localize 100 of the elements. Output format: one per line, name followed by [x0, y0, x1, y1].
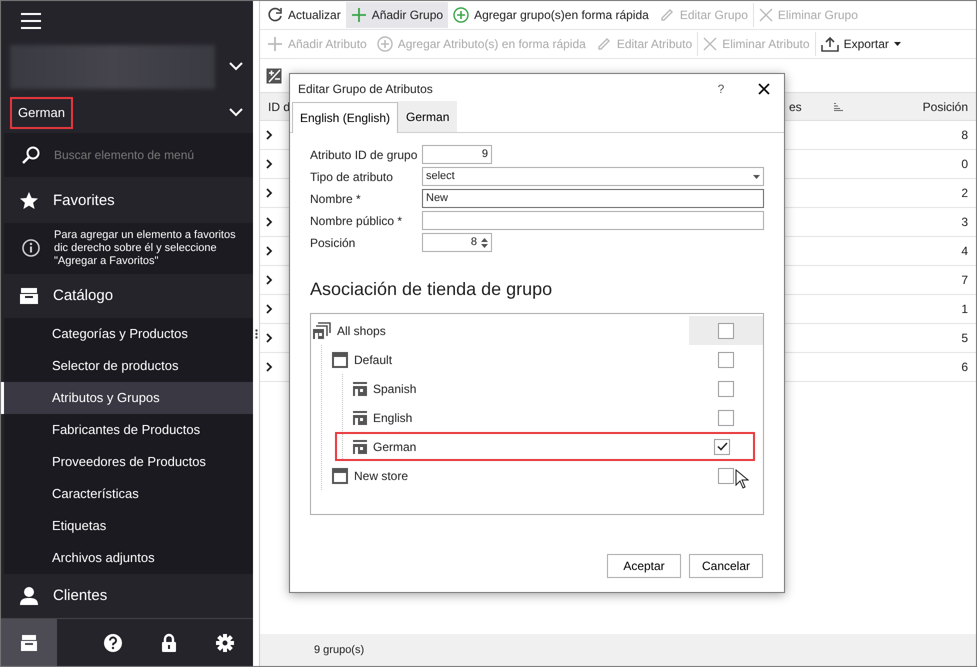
menu-item[interactable]: Selector de productos — [1, 350, 253, 382]
chevron-right-icon[interactable] — [266, 217, 273, 227]
plus-circle-icon — [453, 7, 470, 23]
chevron-down-icon[interactable] — [229, 62, 243, 72]
refresh-icon — [267, 7, 283, 23]
pencil-icon — [658, 7, 675, 23]
tree-item[interactable]: New store — [354, 466, 689, 484]
shop-icon — [353, 410, 367, 424]
toolbar-button[interactable]: Agregar grupo(s)en forma rápida — [448, 2, 654, 28]
select-field[interactable]: select — [422, 167, 764, 186]
spinner-field[interactable]: 8 — [422, 233, 492, 252]
plus-minus-icon[interactable] — [266, 68, 282, 84]
plus-icon — [350, 7, 367, 23]
text-field[interactable]: New — [422, 189, 764, 208]
window-icon — [332, 468, 348, 484]
help-icon — [103, 632, 123, 653]
chevron-right-icon[interactable] — [266, 304, 273, 314]
search-icon — [22, 146, 40, 164]
chevron-down-icon[interactable] — [229, 108, 243, 118]
chevron-right-icon[interactable] — [266, 362, 273, 372]
splitter-handle[interactable] — [254, 328, 258, 338]
dialog-button[interactable]: Cancelar — [689, 554, 763, 578]
toolbar-button[interactable]: Añadir Grupo — [346, 2, 448, 28]
table-cell-text: 3 — [961, 214, 968, 231]
dialog-button[interactable]: Aceptar — [607, 554, 681, 578]
tree-item[interactable]: English — [373, 408, 689, 426]
info-icon — [22, 239, 40, 258]
tab[interactable]: German — [398, 101, 458, 132]
field-label: Atributo ID de grupo — [310, 146, 418, 164]
checkbox[interactable] — [714, 438, 730, 454]
spin-arrows-icon — [481, 236, 488, 248]
shop-icon — [353, 440, 367, 454]
chevron-right-icon[interactable] — [266, 333, 273, 343]
pencil-icon — [596, 36, 612, 52]
language-dropdown[interactable]: German — [10, 97, 73, 129]
field-label: Nombre público * — [310, 212, 404, 230]
settings-icon — [215, 632, 235, 653]
search-field[interactable]: Buscar elemento de menú — [4, 132, 253, 177]
menu-icon[interactable] — [21, 12, 41, 29]
box-button[interactable] — [1, 619, 57, 666]
close-icon — [758, 8, 773, 22]
tree-item[interactable]: Spanish — [373, 380, 689, 398]
stores-icon — [313, 322, 331, 340]
chevron-right-icon[interactable] — [266, 188, 273, 198]
menu-item[interactable]: Archivos adjuntos — [1, 542, 253, 574]
table-cell-text: 4 — [961, 243, 968, 260]
box-icon — [19, 286, 39, 306]
table-cell-text: 2 — [961, 185, 968, 202]
menu-section[interactable]: Favorites — [53, 190, 115, 212]
menu-section[interactable]: Catálogo — [53, 284, 114, 308]
field-label: Nombre * — [310, 190, 362, 208]
checkmark-icon — [716, 442, 728, 451]
number-field[interactable]: 9 — [422, 145, 492, 164]
checkbox[interactable] — [718, 380, 734, 396]
field-label: Tipo de atributo — [310, 168, 394, 186]
table-cell-text: 7 — [961, 272, 968, 289]
close-icon — [758, 82, 770, 94]
menu-item[interactable]: Atributos y Grupos — [1, 382, 253, 414]
caret-icon — [894, 42, 901, 46]
checkbox[interactable] — [718, 322, 734, 338]
plus-icon — [267, 36, 283, 52]
toolbar-button[interactable]: Exportar — [816, 31, 906, 57]
tree-item[interactable]: All shops — [337, 322, 689, 340]
table-cell-text: 5 — [961, 330, 968, 347]
column-header[interactable]: es — [788, 98, 802, 116]
chevron-right-icon[interactable] — [266, 275, 273, 285]
checkbox[interactable] — [718, 410, 734, 426]
text-field[interactable] — [422, 211, 764, 230]
toolbar-button[interactable]: Actualizar — [262, 2, 346, 28]
checkbox[interactable] — [718, 352, 734, 368]
menu-item[interactable]: Etiquetas — [1, 510, 253, 542]
close-icon — [703, 37, 718, 51]
box-icon — [19, 632, 39, 653]
checkbox[interactable] — [718, 468, 734, 484]
upload-icon — [820, 36, 839, 52]
help-button[interactable]: ? — [706, 78, 736, 98]
chevron-right-icon[interactable] — [266, 159, 273, 169]
chevron-right-icon[interactable] — [266, 246, 273, 256]
plus-circle-icon — [376, 36, 393, 52]
sort-icon[interactable] — [834, 102, 843, 110]
menu-item[interactable]: Características — [1, 478, 253, 510]
chevron-right-icon[interactable] — [266, 130, 273, 140]
table-cell-text: 6 — [961, 359, 968, 376]
menu-item[interactable]: Fabricantes de Productos — [1, 414, 253, 446]
tab[interactable]: English (English) — [292, 102, 398, 133]
table-cell-text: 8 — [961, 127, 968, 144]
star-icon — [19, 190, 39, 211]
tree-item[interactable]: German — [373, 438, 689, 456]
person-icon — [19, 586, 39, 606]
caret-icon — [753, 174, 760, 178]
column-header[interactable]: ID d — [268, 98, 290, 116]
lock-icon — [159, 632, 179, 653]
blurred-field[interactable] — [10, 44, 215, 89]
menu-section[interactable]: Clientes — [53, 584, 108, 608]
menu-item[interactable]: Categorías y Productos — [1, 318, 253, 350]
field-label: Posición — [310, 234, 356, 252]
column-header[interactable]: Posición — [922, 98, 968, 116]
menu-item[interactable]: Proveedores de Productos — [1, 446, 253, 478]
tree-item[interactable]: Default — [354, 350, 689, 368]
section-title: Asociación de tienda de grupo — [309, 278, 554, 301]
